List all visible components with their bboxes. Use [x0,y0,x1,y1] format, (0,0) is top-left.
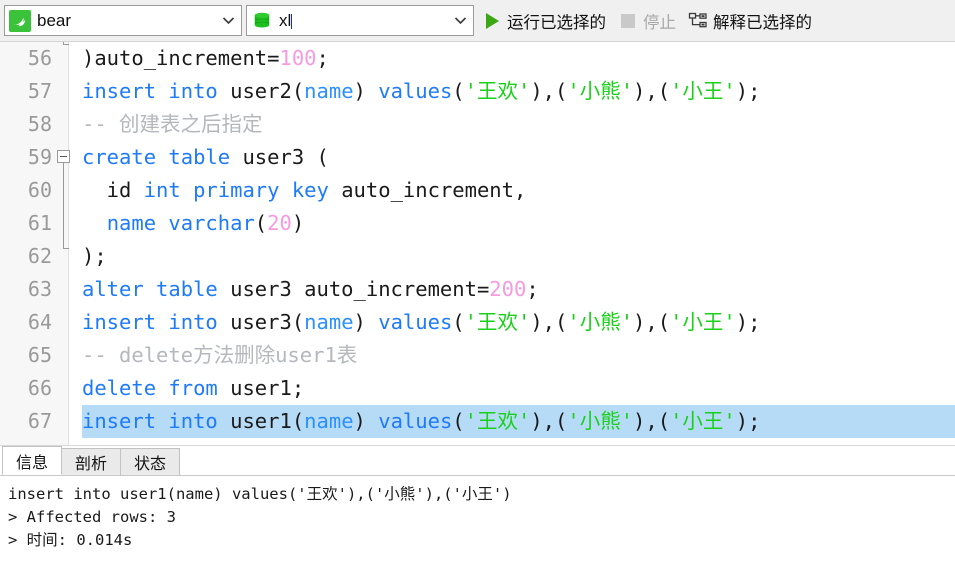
results-tab[interactable]: 信息 [2,446,63,475]
code-line[interactable]: 58 -- 创建表之后指定 [0,108,955,141]
line-number: 60 [27,178,52,202]
stop-label: 停止 [643,13,676,32]
output-line: insert into user1(name) values('王欢'),('小… [8,485,512,503]
database-selector[interactable]: xl [246,5,474,36]
connection-name: bear [37,10,72,30]
sql-editor[interactable]: 56 )auto_increment=100; 57 insert into user… [0,42,955,445]
fold-marker [56,339,70,372]
run-selected-button[interactable]: 运行已选择的 [478,5,610,37]
code-line[interactable]: 57 insert into user2(name) values('王欢'),(… [0,75,955,108]
chevron-down-icon[interactable] [217,16,239,25]
play-icon [482,11,502,31]
line-number: 67 [27,409,52,433]
code-text: create table user3 ( [82,145,329,169]
toolbar: bear xl 运行已选择的 停止 解释已选择的 [0,0,955,42]
line-number: 56 [27,46,52,70]
connection-selector[interactable]: bear [4,5,242,36]
fold-marker [56,405,70,438]
database-icon [251,10,273,32]
code-text: -- delete方法删除user1表 [82,343,358,367]
code-line[interactable]: 65 -- delete方法删除user1表 [0,339,955,372]
results-tab[interactable]: 剖析 [61,448,122,475]
fold-marker [56,306,70,339]
fold-marker [56,372,70,405]
stop-button: 停止 [614,5,680,37]
line-number: 57 [27,79,52,103]
line-number: 64 [27,310,52,334]
chevron-down-icon[interactable] [449,16,471,25]
code-line[interactable]: 62); [0,239,955,273]
code-text: )auto_increment=100; [82,46,329,70]
code-text: insert into user1(name) values('王欢'),('小… [82,409,761,433]
code-text: insert into user3(name) values('王欢'),('小… [82,310,761,334]
code-text: ); [82,244,107,268]
fold-marker [56,207,70,240]
code-line[interactable]: 56 )auto_increment=100; [0,42,955,75]
stop-icon [618,11,638,31]
line-number: 66 [27,376,52,400]
line-number: 65 [27,343,52,367]
results-tabstrip[interactable]: 信息 剖析 状态 [0,446,955,476]
code-lines[interactable]: 56 )auto_increment=100; 57 insert into user… [0,42,955,445]
code-line[interactable]: 66 delete from user1; [0,372,955,405]
code-text: name varchar(20) [106,211,305,235]
run-selected-label: 运行已选择的 [507,13,606,32]
code-line[interactable]: 64 insert into user3(name) values('王欢'),(… [0,306,955,339]
fold-marker [56,273,70,306]
code-line[interactable]: 59 create table user3 ( [0,141,955,174]
fold-marker[interactable] [56,141,70,174]
line-number: 61 [27,211,52,235]
explain-selected-button[interactable]: 解释已选择的 [684,5,816,37]
code-line[interactable]: 67 insert into user1(name) values('王欢'),(… [0,405,955,438]
output-line: > Affected rows: 3 [8,508,176,526]
explain-selected-label: 解释已选择的 [713,13,812,32]
line-number: 63 [27,277,52,301]
line-number: 59 [27,145,52,169]
code-text: id int primary key auto_increment, [82,178,527,202]
explain-plan-icon [688,11,708,31]
fold-marker [56,42,70,75]
line-number: 62 [27,244,52,268]
output-line: > 时间: 0.014s [8,531,133,549]
code-line[interactable]: 61 name varchar(20) [0,207,955,240]
code-line[interactable]: 63 alter table user3 auto_increment=200; [0,273,955,306]
fold-marker [56,239,70,273]
fold-marker [56,108,70,141]
database-name: xl [279,10,293,30]
code-line[interactable]: 60 id int primary key auto_increment, [0,174,955,207]
results-tab[interactable]: 状态 [120,448,181,475]
code-text: -- 创建表之后指定 [82,112,263,136]
fold-marker [56,174,70,207]
text-caret [291,13,293,29]
code-text: insert into user2(name) values('王欢'),('小… [82,79,761,103]
results-output-text: insert into user1(name) values('王欢'),('小… [0,476,955,552]
fold-marker [56,75,70,108]
line-number: 58 [27,112,52,136]
mysql-dolphin-icon [9,9,31,32]
code-text: alter table user3 auto_increment=200; [82,277,539,301]
code-text: delete from user1; [82,376,305,400]
results-panel: 信息 剖析 状态 insert into user1(name) values('王… [0,445,955,566]
